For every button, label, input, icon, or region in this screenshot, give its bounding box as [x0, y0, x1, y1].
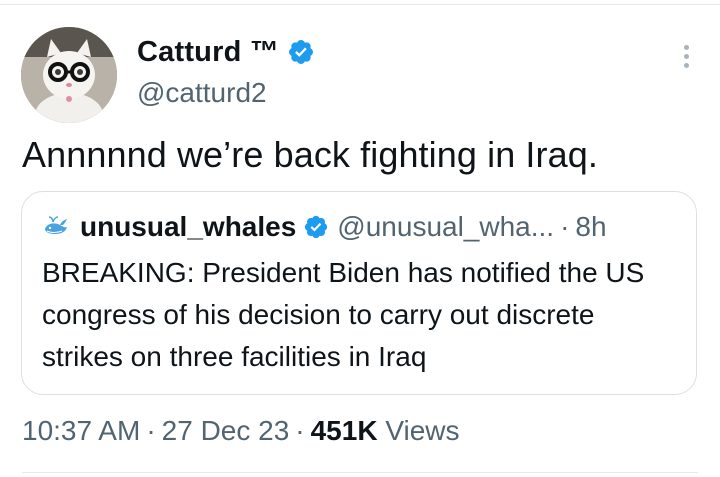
quoted-tweet-header: unusual_whales @unusual_wha... · 8h — [42, 208, 607, 246]
bottom-divider — [22, 472, 698, 473]
quoted-tweet-text: BREAKING: President Biden has notified t… — [42, 257, 645, 372]
quoted-separator: · — [560, 211, 570, 242]
quoted-tweet-card[interactable]: unusual_whales @unusual_wha... · 8h BREA… — [21, 191, 697, 395]
cat-with-glasses-avatar-icon — [21, 27, 117, 123]
more-vertical-icon[interactable] — [674, 40, 698, 72]
author-display-name[interactable]: Catturd ™ — [137, 36, 279, 69]
more-dot — [683, 53, 689, 59]
whale-avatar-icon[interactable] — [42, 213, 70, 241]
verified-badge-icon — [305, 215, 328, 239]
author-handle[interactable]: @catturd2 — [137, 77, 267, 109]
quoted-time[interactable]: 8h — [575, 211, 606, 243]
views-label[interactable]: Views — [385, 415, 459, 446]
more-dot — [683, 62, 689, 68]
tweet-meta: 10:37 AM · 27 Dec 23 · 451K Views — [22, 415, 460, 447]
author-avatar[interactable] — [21, 27, 117, 123]
tweet-date[interactable]: 27 Dec 23 — [162, 415, 290, 446]
quoted-handle[interactable]: @unusual_wha... — [337, 211, 554, 243]
views-count[interactable]: 451K — [311, 415, 378, 446]
tweet-text: Annnnnd we’re back fighting in Iraq. — [22, 134, 598, 175]
quoted-display-name[interactable]: unusual_whales — [80, 211, 296, 243]
top-divider — [0, 4, 720, 5]
verified-badge-icon — [289, 40, 313, 64]
more-dot — [683, 44, 689, 50]
meta-separator: · — [295, 415, 305, 446]
author-name-row: Catturd ™ — [137, 32, 315, 72]
meta-separator: · — [146, 415, 156, 446]
tweet-time[interactable]: 10:37 AM — [22, 415, 140, 446]
